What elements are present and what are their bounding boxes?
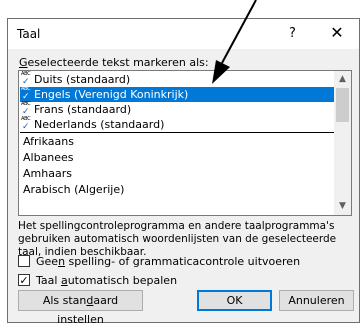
checkbox-box[interactable]: ✓: [18, 274, 30, 286]
language-item[interactable]: Arabisch (Algerije): [20, 182, 335, 197]
spelling-check-icon: ABC ✓: [21, 71, 31, 88]
language-label: Engels (Verenigd Koninkrijk): [34, 88, 189, 101]
cancel-button[interactable]: Annuleren: [279, 290, 354, 311]
language-label: Nederlands (standaard): [34, 118, 165, 131]
language-label: Afrikaans: [23, 135, 74, 148]
help-button[interactable]: ?: [289, 26, 296, 41]
checkbox-label: Geen spelling- of grammaticacontrole uit…: [36, 255, 301, 268]
spelling-check-icon: ABC ✓: [21, 116, 31, 133]
title-bar: Taal ? ✕: [8, 19, 359, 49]
set-as-default-button[interactable]: Als standaard instellen: [18, 290, 143, 326]
info-text: Het spellingcontroleprogramma en andere …: [18, 220, 337, 258]
language-item[interactable]: ABC ✓ Duits (standaard): [20, 71, 335, 88]
checkbox-label: Taal automatisch bepalen: [36, 274, 178, 287]
auto-detect-language-checkbox[interactable]: ✓ Taal automatisch bepalen: [18, 274, 218, 288]
language-label: Amhaars: [23, 167, 72, 180]
language-dialog: Taal ? ✕ Geselecteerde tekst markeren al…: [7, 18, 360, 326]
language-item[interactable]: ABC ✓ Frans (standaard): [20, 101, 335, 118]
language-item[interactable]: Albanees: [20, 150, 335, 165]
language-label: Arabisch (Algerije): [23, 183, 125, 196]
spelling-check-icon: ABC ✓: [21, 101, 31, 118]
language-label: Albanees: [23, 151, 74, 164]
list-separator: [20, 132, 335, 133]
language-item[interactable]: Afrikaans: [20, 134, 335, 149]
access-key: G: [19, 56, 28, 69]
scroll-down-icon[interactable]: ▼: [334, 198, 351, 215]
ok-button[interactable]: OK: [197, 290, 272, 311]
scroll-thumb[interactable]: [336, 88, 349, 122]
language-item[interactable]: ABC ✓ Nederlands (standaard): [20, 116, 335, 133]
mark-selected-text-label: Geselecteerde tekst markeren als:: [19, 56, 209, 69]
checkbox-box[interactable]: [18, 255, 30, 267]
no-spelling-check-checkbox[interactable]: Geen spelling- of grammaticacontrole uit…: [18, 255, 318, 269]
language-listbox[interactable]: ABC ✓ Duits (standaard) ABC ✓ Engels (Verenig…: [18, 70, 352, 216]
scroll-up-icon[interactable]: ▲: [334, 71, 351, 88]
listbox-scrollbar[interactable]: ▲ ▼: [334, 71, 351, 215]
language-item[interactable]: ABC ✓ Engels (Verenigd Koninkrijk): [20, 87, 335, 102]
language-label: Frans (standaard): [34, 103, 132, 116]
language-label: Duits (standaard): [34, 73, 131, 86]
spelling-check-icon: ABC ✓: [21, 86, 31, 103]
check-icon: ✓: [19, 274, 29, 287]
close-button[interactable]: ✕: [323, 22, 351, 46]
language-item[interactable]: Amhaars: [20, 166, 335, 181]
dialog-title: Taal: [17, 27, 41, 41]
